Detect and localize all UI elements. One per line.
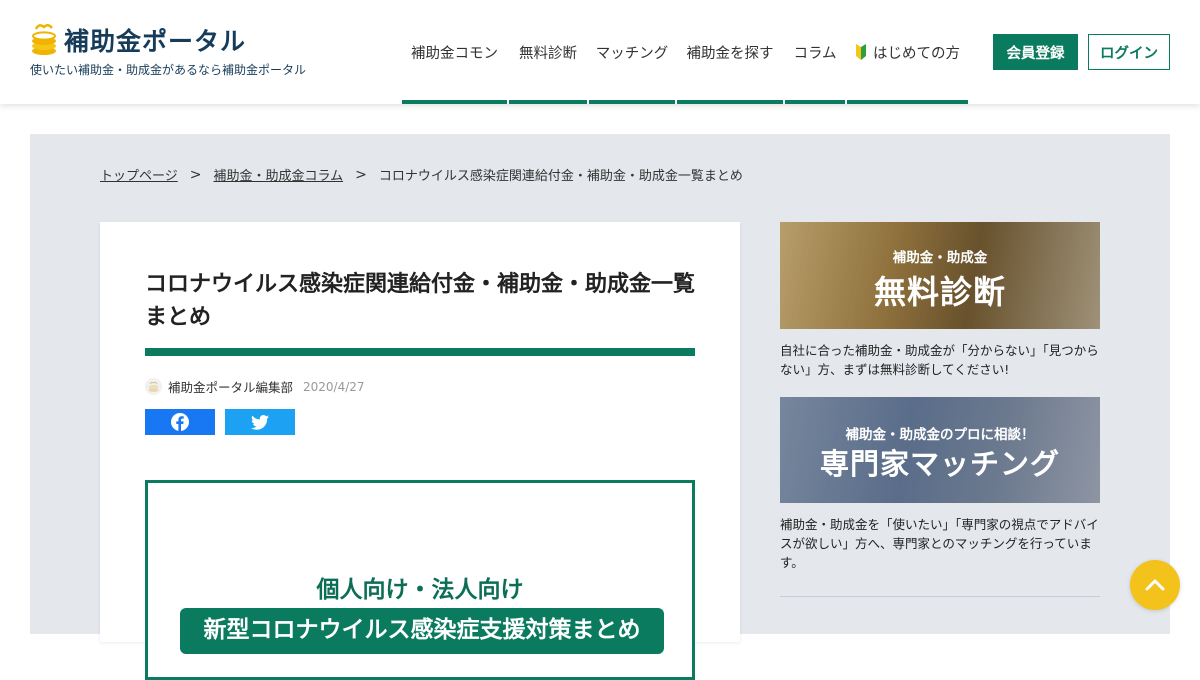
register-button[interactable]: 会員登録 xyxy=(993,34,1078,70)
twitter-icon xyxy=(251,414,269,430)
sidebar-divider xyxy=(780,596,1100,597)
facebook-icon xyxy=(171,413,189,431)
facebook-share-button[interactable] xyxy=(145,409,215,435)
site-logo[interactable]: 補助金ポータル xyxy=(30,22,246,58)
nav-item-column[interactable]: コラム xyxy=(785,0,845,104)
nav-item-diagnosis[interactable]: 無料診断 xyxy=(509,0,587,104)
hero-subtitle: 個人向け・法人向け xyxy=(316,577,524,603)
free-diagnosis-banner[interactable]: 補助金・助成金 無料診断 xyxy=(780,222,1100,329)
coin-logo-icon xyxy=(30,23,60,57)
author-name[interactable]: 補助金ポータル編集部 xyxy=(168,377,293,396)
title-underline xyxy=(145,348,695,356)
login-button[interactable]: ログイン xyxy=(1088,34,1170,70)
matching-description: 補助金・助成金を「使いたい」「専門家の視点でアドバイスが欲しい」方へ、専門家との… xyxy=(780,517,1099,570)
site-header: 補助金ポータル 使いたい補助金・助成金があるなら補助金ポータル 補助金コモン 無… xyxy=(0,0,1200,104)
diagnosis-banner-title: 無料診断 xyxy=(873,273,1006,311)
global-nav: 補助金コモン 無料診断 マッチング 補助金を探す コラム はじめての方 xyxy=(402,0,970,104)
beginner-mark-icon xyxy=(855,44,867,60)
article-card: コロナウイルス感染症関連給付金・補助金・助成金一覧まとめ 補助金ポータル編集部 … xyxy=(100,222,740,680)
matching-banner-title: 専門家マッチング xyxy=(819,447,1060,481)
breadcrumb-separator: > xyxy=(355,166,367,183)
article-meta: 補助金ポータル編集部 2020/4/27 xyxy=(145,377,365,396)
scroll-to-top-button[interactable] xyxy=(1130,560,1180,610)
diagnosis-description: 自社に合った補助金・助成金が「分からない」「見つからない」方、まずは無料診断して… xyxy=(780,343,1099,377)
article-hero-image: 個人向け・法人向け 新型コロナウイルス感染症支援対策まとめ xyxy=(145,480,695,680)
nav-item-matching[interactable]: マッチング xyxy=(589,0,675,104)
breadcrumb: トップページ > 補助金・助成金コラム > コロナウイルス感染症関連給付金・補助… xyxy=(100,165,743,185)
matching-banner-small: 補助金・助成金のプロに相談！ xyxy=(845,427,1035,443)
breadcrumb-category[interactable]: 補助金・助成金コラム xyxy=(213,165,343,184)
breadcrumb-separator: > xyxy=(189,166,202,183)
publish-date: 2020/4/27 xyxy=(303,379,365,394)
article-title: コロナウイルス感染症関連給付金・補助金・助成金一覧まとめ xyxy=(145,272,696,330)
twitter-share-button[interactable] xyxy=(225,409,295,435)
expert-matching-banner[interactable]: 補助金・助成金のプロに相談！ 専門家マッチング xyxy=(780,397,1100,503)
diagnosis-banner-small: 補助金・助成金 xyxy=(892,250,988,266)
site-tagline: 使いたい補助金・助成金があるなら補助金ポータル xyxy=(30,63,307,77)
breadcrumb-current: コロナウイルス感染症関連給付金・補助金・助成金一覧まとめ xyxy=(378,169,743,184)
nav-item-search[interactable]: 補助金を探す xyxy=(677,0,783,104)
nav-item-beginner[interactable]: はじめての方 xyxy=(847,0,968,104)
logo-text: 補助金ポータル xyxy=(64,27,247,56)
nav-item-common[interactable]: 補助金コモン xyxy=(402,0,507,104)
chevron-up-icon xyxy=(1145,579,1165,591)
hero-banner-text: 新型コロナウイルス感染症支援対策まとめ xyxy=(180,608,664,654)
breadcrumb-home[interactable]: トップページ xyxy=(100,165,178,184)
author-avatar-icon xyxy=(145,378,162,395)
